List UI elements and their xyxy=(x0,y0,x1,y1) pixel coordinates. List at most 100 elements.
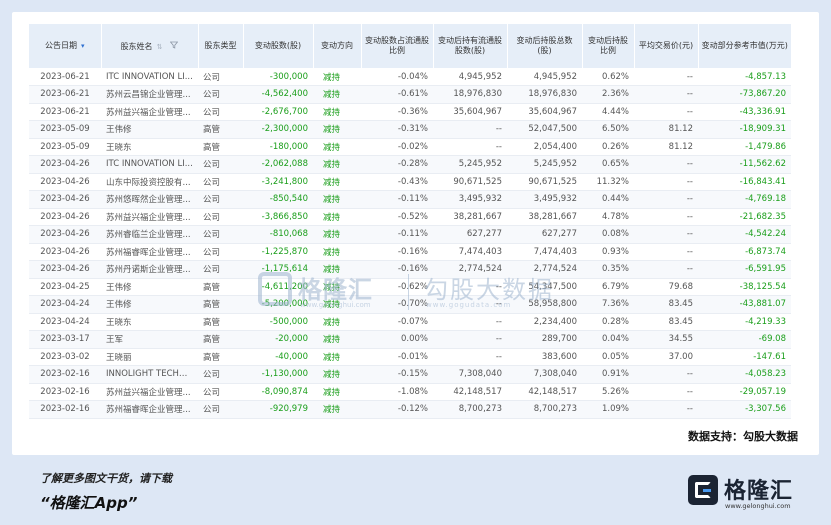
table-row[interactable]: 2023-06-21 ITC INNOVATION LI... 公司 -300,000… xyxy=(29,68,791,86)
table-row[interactable]: 2023-04-25 王伟修 高管 -4,611,200 减持 -0.62% -- 54,34… xyxy=(29,278,791,296)
cell-after-total: 2,054,400 xyxy=(507,138,582,156)
cell-value: -38,125.54 xyxy=(698,278,791,296)
sort-icon[interactable]: ⇅ xyxy=(157,43,163,51)
cell-after-total: 627,277 xyxy=(507,225,582,244)
col-after-float[interactable]: 变动后持有流通股股数(股) xyxy=(433,24,508,68)
cell-type: 公司 xyxy=(198,225,243,244)
col-after-total[interactable]: 变动后持股总数(股) xyxy=(507,24,583,68)
cell-holder: 山东中际投资控股有... xyxy=(101,173,198,191)
table-row[interactable]: 2023-03-17 王军 高管 -20,000 减持 0.00% -- 289,700 0.0… xyxy=(29,330,791,349)
cell-holder: 王伟修 xyxy=(101,295,198,314)
table-row[interactable]: 2023-04-26 苏州丹诺斯企业管理... 公司 -1,175,614 减持 -0.1… xyxy=(29,260,791,279)
table-row[interactable]: 2023-04-26 苏州悠晖然企业管理... 公司 -850,540 减持 -0.11%… xyxy=(29,190,791,209)
cell-ratio: -0.43% xyxy=(361,173,433,191)
table-row[interactable]: 2023-04-24 王伟修 高管 -5,200,000 减持 -0.70% -- 58,95… xyxy=(29,295,791,314)
cell-date: 2023-04-24 xyxy=(29,295,101,314)
cell-direction: 减持 xyxy=(313,155,361,174)
table-row[interactable]: 2023-04-26 苏州益兴福企业管理... 公司 -3,866,850 减持 -0.5… xyxy=(29,208,791,226)
cell-change: -3,241,800 xyxy=(243,173,313,191)
table-row[interactable]: 2023-02-16 苏州益兴福企业管理... 公司 -8,090,874 减持 -1.0… xyxy=(29,383,791,401)
cell-avg-price: -- xyxy=(634,85,698,104)
sort-icon[interactable]: ▾ xyxy=(81,42,85,50)
col-type[interactable]: 股东类型 xyxy=(198,24,244,68)
col-ratio[interactable]: 变动股数占流通股比例 xyxy=(361,24,434,68)
cell-after-total: 289,700 xyxy=(507,330,582,349)
cell-direction: 减持 xyxy=(313,400,361,419)
table-row[interactable]: 2023-02-16 INNOLIGHT TECHN... 公司 -1,130,000… xyxy=(29,365,791,384)
table-row[interactable]: 2023-05-09 王晓东 高管 -180,000 减持 -0.02% -- 2,054,4… xyxy=(29,138,791,156)
cell-change: -2,300,000 xyxy=(243,120,313,139)
col-avg-price[interactable]: 平均交易价(元) xyxy=(634,24,699,68)
table-row[interactable]: 2023-06-21 苏州云昌锦企业管理... 公司 -4,562,400 减持 -0.6… xyxy=(29,85,791,104)
table-row[interactable]: 2023-04-24 王晓东 高管 -500,000 减持 -0.07% -- 2,234,4… xyxy=(29,313,791,331)
cell-value: -4,219.33 xyxy=(698,313,791,331)
cell-after-float: -- xyxy=(433,278,507,296)
cell-avg-price: -- xyxy=(634,155,698,174)
cell-ratio: -0.07% xyxy=(361,313,433,331)
table-row[interactable]: 2023-06-21 苏州益兴福企业管理... 公司 -2,676,700 减持 -0.3… xyxy=(29,103,791,121)
table-row[interactable]: 2023-04-26 ITC INNOVATION LI... 公司 -2,062,0… xyxy=(29,155,791,174)
cell-after-pct: 0.08% xyxy=(582,225,634,244)
cell-date: 2023-06-21 xyxy=(29,68,101,86)
table-row[interactable]: 2023-04-26 苏州福睿晖企业管理... 公司 -1,225,870 减持 -0.1… xyxy=(29,243,791,261)
cell-direction: 减持 xyxy=(313,190,361,209)
cell-change: -500,000 xyxy=(243,313,313,331)
footer-app-name: “格隆汇App” xyxy=(40,494,138,512)
table-row[interactable]: 2023-03-02 王晓丽 高管 -40,000 减持 -0.01% -- 383,600 0… xyxy=(29,348,791,366)
cell-change: -1,225,870 xyxy=(243,243,313,261)
cell-after-pct: 0.44% xyxy=(582,190,634,209)
cell-date: 2023-03-02 xyxy=(29,348,101,366)
filter-icon[interactable] xyxy=(170,41,179,52)
cell-avg-price: -- xyxy=(634,260,698,279)
cell-after-pct: 0.26% xyxy=(582,138,634,156)
cell-after-pct: 2.36% xyxy=(582,85,634,104)
cell-holder: 苏州云昌锦企业管理... xyxy=(101,85,198,104)
table-body: 2023-06-21 ITC INNOVATION LI... 公司 -300,000… xyxy=(29,68,791,419)
cell-ratio: -0.16% xyxy=(361,243,433,261)
cell-change: -2,062,088 xyxy=(243,155,313,174)
cell-direction: 减持 xyxy=(313,138,361,156)
col-value[interactable]: 变动部分参考市值(万元) xyxy=(698,24,791,68)
cell-avg-price: -- xyxy=(634,225,698,244)
cell-after-float: -- xyxy=(433,295,507,314)
cell-ratio: -0.52% xyxy=(361,208,433,226)
cell-date: 2023-02-16 xyxy=(29,400,101,419)
cell-direction: 减持 xyxy=(313,173,361,191)
cell-after-pct: 0.93% xyxy=(582,243,634,261)
cell-after-pct: 5.26% xyxy=(582,383,634,401)
col-change[interactable]: 变动股数(股) xyxy=(243,24,314,68)
cell-after-total: 38,281,667 xyxy=(507,208,582,226)
cell-value: -18,909.31 xyxy=(698,120,791,139)
cell-after-total: 383,600 xyxy=(507,348,582,366)
cell-ratio: -0.12% xyxy=(361,400,433,419)
cell-after-total: 4,945,952 xyxy=(507,68,582,86)
cell-avg-price: -- xyxy=(634,208,698,226)
shareholding-change-table: 公告日期 ▾ 股东姓名 ⇅ 股东类型 变动股数(股) 变动方向 变动股数占流通股比例… xyxy=(29,24,791,419)
cell-after-total: 5,245,952 xyxy=(507,155,582,174)
table-row[interactable]: 2023-02-16 苏州福睿晖企业管理... 公司 -920,979 减持 -0.12%… xyxy=(29,400,791,419)
table-row[interactable]: 2023-05-09 王伟修 高管 -2,300,000 减持 -0.31% -- 52,04… xyxy=(29,120,791,139)
cell-holder: 王晓东 xyxy=(101,138,198,156)
col-holder[interactable]: 股东姓名 ⇅ xyxy=(101,24,199,68)
table-row[interactable]: 2023-04-26 苏州睿临兰企业管理... 公司 -810,068 减持 -0.11%… xyxy=(29,225,791,244)
brand-logo-icon xyxy=(688,475,718,505)
cell-change: -3,866,850 xyxy=(243,208,313,226)
col-after-pct[interactable]: 变动后持股比例 xyxy=(582,24,635,68)
col-date[interactable]: 公告日期 ▾ xyxy=(29,24,102,68)
cell-after-float: -- xyxy=(433,138,507,156)
cell-change: -4,611,200 xyxy=(243,278,313,296)
cell-avg-price: 37.00 xyxy=(634,348,698,366)
cell-direction: 减持 xyxy=(313,120,361,139)
cell-value: -1,479.86 xyxy=(698,138,791,156)
cell-direction: 减持 xyxy=(313,295,361,314)
cell-ratio: -0.36% xyxy=(361,103,433,121)
cell-holder: 苏州悠晖然企业管理... xyxy=(101,190,198,209)
cell-holder: 王军 xyxy=(101,330,198,349)
cell-direction: 减持 xyxy=(313,348,361,366)
col-direction[interactable]: 变动方向 xyxy=(313,24,362,68)
table-row[interactable]: 2023-04-26 山东中际投资控股有... 公司 -3,241,800 减持 -0.4… xyxy=(29,173,791,191)
brand-url: www.gelonghui.com xyxy=(725,502,791,510)
cell-after-total: 54,347,500 xyxy=(507,278,582,296)
cell-after-total: 7,308,040 xyxy=(507,365,582,384)
cell-direction: 减持 xyxy=(313,330,361,349)
